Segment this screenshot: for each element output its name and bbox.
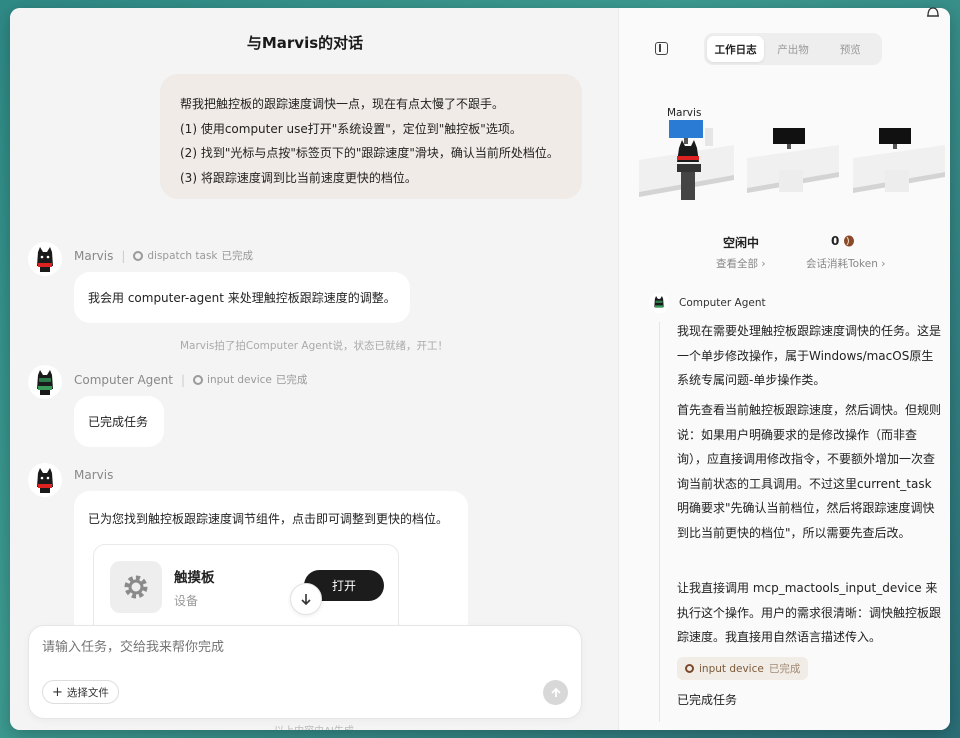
computer-agent-avatar <box>649 293 669 313</box>
separator: | <box>121 248 126 263</box>
view-all-label: 查看全部 <box>716 258 758 270</box>
select-file-label: 选择文件 <box>66 686 109 699</box>
token-usage-link[interactable]: 会话消耗Token › <box>806 256 885 271</box>
system-note: Marvis拍了拍Computer Agent说，状态已就绪，开工！ <box>179 340 449 352</box>
tab-work-log[interactable]: 工作日志 <box>707 36 765 62</box>
tab-outputs[interactable]: 产出物 <box>764 36 821 62</box>
tool-call-chip[interactable]: input device 已完成 <box>677 657 809 680</box>
bell-icon[interactable] <box>924 4 942 20</box>
desk-1 <box>639 120 734 200</box>
view-all-link[interactable]: 查看全部 › <box>716 256 766 271</box>
plus-icon: + <box>52 684 63 700</box>
task-label: input device <box>207 373 272 386</box>
card-subtitle: 设备 <box>174 594 199 608</box>
task-status: dispatch task 已完成 <box>133 248 253 263</box>
task-status: input device 已完成 <box>193 372 307 387</box>
desk-3 <box>853 128 945 193</box>
log-final-text: 已完成任务 <box>677 693 738 707</box>
log-paragraph: 让我直接调用 mcp_mactools_input_device 来执行这个操作… <box>677 581 942 644</box>
conversation-pane: 与Marvis的对话 帮我把触控板的跟踪速度调快一点，现在有点太慢了不跟手。 (… <box>10 8 618 730</box>
token-usage-label: 会话消耗Token <box>806 258 878 270</box>
log-paragraph: 我现在需要处理触控板跟踪速度调快的任务。这是一个单步修改操作，属于Windows… <box>677 324 942 387</box>
select-file-button[interactable]: + 选择文件 <box>42 680 119 704</box>
status-value: 空闲中 <box>723 236 760 250</box>
chip-label: input device <box>699 662 764 675</box>
separator: | <box>181 372 186 387</box>
coffee-bean-icon <box>844 235 855 247</box>
task-input[interactable] <box>42 640 542 655</box>
user-message-line: (2) 找到"光标与点按"标签页下的"跟踪速度"滑块，确认当前所处档位。 <box>180 146 559 160</box>
marvis-avatar <box>28 463 62 497</box>
arrow-down-icon <box>301 594 311 606</box>
assistant-message-bubble: 已完成任务 <box>74 396 164 447</box>
computer-agent-avatar <box>28 365 62 399</box>
scroll-to-bottom-button[interactable] <box>290 583 322 615</box>
marvis-avatar <box>28 242 62 276</box>
gear-icon <box>193 374 204 385</box>
settings-app-icon <box>110 561 162 613</box>
gear-icon <box>685 664 694 673</box>
assistant-message-bubble: 我会用 computer-agent 来处理触控板跟踪速度的调整。 <box>74 272 410 323</box>
message-header: Computer Agent | input device 已完成 <box>74 372 307 387</box>
task-status-text: 已完成 <box>275 374 308 386</box>
task-label: dispatch task <box>147 249 218 262</box>
user-message-line: (1) 使用computer use打开"系统设置"，定位到"触控板"选项。 <box>180 121 522 136</box>
composer: + 选择文件 <box>28 625 582 719</box>
card-title: 触摸板 <box>174 570 215 586</box>
send-button[interactable] <box>543 680 568 705</box>
user-message-line: (3) 将跟踪速度调到比当前速度更快的档位。 <box>180 170 417 185</box>
sender-name: Computer Agent <box>74 372 173 387</box>
message-header: Marvis <box>74 468 113 482</box>
app-window: 与Marvis的对话 帮我把触控板的跟踪速度调快一点，现在有点太慢了不跟手。 (… <box>10 8 950 730</box>
office-illustration: Marvis <box>639 107 945 200</box>
log-timeline-line <box>659 322 660 722</box>
panel-tabs: 工作日志 产出物 预览 <box>704 33 882 65</box>
message-header: Marvis | dispatch task 已完成 <box>74 248 253 263</box>
ai-disclaimer: 以上内容由AI生成 <box>10 722 618 730</box>
sender-name: Marvis <box>74 468 114 482</box>
user-message-line: 帮我把触控板的跟踪速度调快一点，现在有点太慢了不跟手。 <box>180 97 505 111</box>
page-title: 与Marvis的对话 <box>246 34 364 52</box>
panel-toggle-icon[interactable] <box>655 42 668 55</box>
chip-status: 已完成 <box>768 663 801 675</box>
office-agent-label: Marvis <box>667 107 701 119</box>
tab-preview[interactable]: 预览 <box>822 36 879 62</box>
chevron-right-icon: › <box>761 258 766 270</box>
user-message-bubble: 帮我把触控板的跟踪速度调快一点，现在有点太慢了不跟手。 (1) 使用comput… <box>160 74 582 199</box>
token-value: 0 <box>831 234 840 248</box>
gear-icon <box>124 575 148 599</box>
gear-icon <box>133 250 144 261</box>
work-log-panel: 工作日志 产出物 预览 Marvis 空闲中 查看全部 › 0 会话消耗Toke… <box>618 8 950 730</box>
agent-name: Computer Agent <box>679 297 766 309</box>
send-arrow-icon <box>550 687 561 697</box>
log-paragraph: 首先查看当前触控板跟踪速度，然后调快。但规则说：如果用户明确要求的是修改操作（而… <box>677 403 942 540</box>
sender-name: Marvis <box>74 248 114 263</box>
agent-log-header: Computer Agent <box>649 293 766 313</box>
message-text: 已为您找到触控板跟踪速度调节组件，点击即可调整到更快的档位。 <box>88 512 449 526</box>
task-status-text: 已完成 <box>221 250 254 262</box>
chevron-right-icon: › <box>881 258 886 270</box>
desk-2 <box>747 128 839 193</box>
token-count: 0 <box>831 234 855 248</box>
